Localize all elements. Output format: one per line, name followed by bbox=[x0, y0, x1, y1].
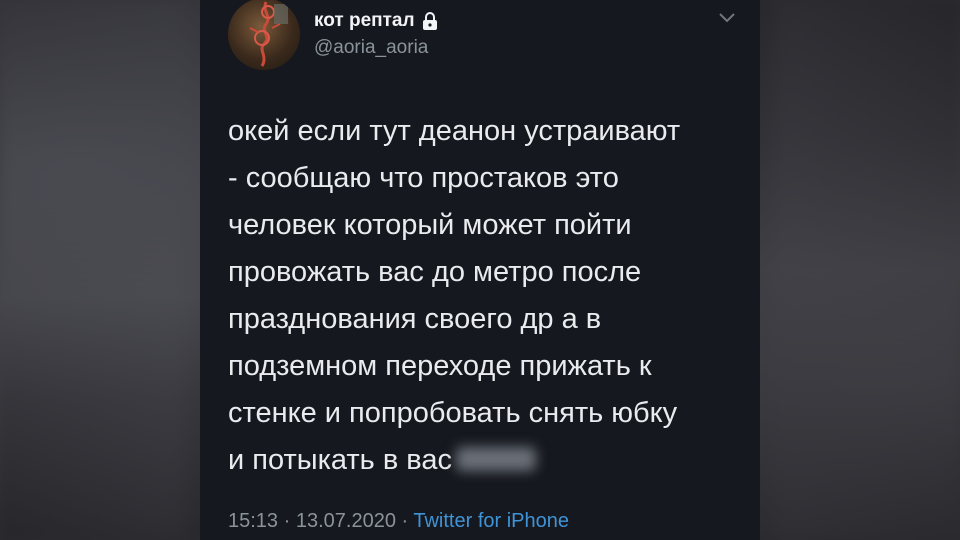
redacted-text bbox=[456, 447, 537, 471]
meta-separator: · bbox=[278, 510, 296, 532]
display-name-text[interactable]: кот рептал bbox=[314, 10, 415, 32]
meta-separator: · bbox=[395, 510, 414, 532]
tweet-text: окей если тут деанон устраивают - сообща… bbox=[228, 108, 738, 484]
tweet-line: человек который может пойти bbox=[228, 209, 632, 241]
tweet-line: и потыкать в вас bbox=[228, 444, 453, 476]
tweet-source-link[interactable]: Twitter for iPhone bbox=[413, 510, 569, 532]
background-right-blur bbox=[760, 0, 960, 540]
tweet-line: - сообщаю что простаков это bbox=[228, 162, 619, 194]
tweet-meta: 15:13 · 13.07.2020 · Twitter for iPhone bbox=[228, 510, 569, 533]
display-name[interactable]: кот рептал bbox=[314, 10, 438, 32]
tweet-line: провожать вас до метро после bbox=[228, 256, 642, 288]
tweet-line: подземном переходе прижать к bbox=[228, 350, 652, 382]
tweet-date[interactable]: 13.07.2020 bbox=[296, 510, 396, 532]
avatar-image-icon bbox=[249, 1, 288, 67]
tweet-card: кот рептал @aoria_aoria окей если тут де… bbox=[200, 0, 760, 540]
tweet-time[interactable]: 15:13 bbox=[228, 510, 278, 532]
background-left-blur bbox=[0, 0, 200, 540]
avatar[interactable] bbox=[228, 0, 300, 70]
tweet-line: окей если тут деанон устраивают bbox=[228, 115, 681, 147]
tweet-line: празднования своего др а в bbox=[228, 303, 602, 335]
tweet-line: стенке и попробовать снять юбку bbox=[228, 397, 678, 429]
chevron-down-icon[interactable] bbox=[718, 12, 736, 24]
user-handle[interactable]: @aoria_aoria bbox=[314, 37, 428, 59]
lock-icon bbox=[422, 12, 437, 30]
